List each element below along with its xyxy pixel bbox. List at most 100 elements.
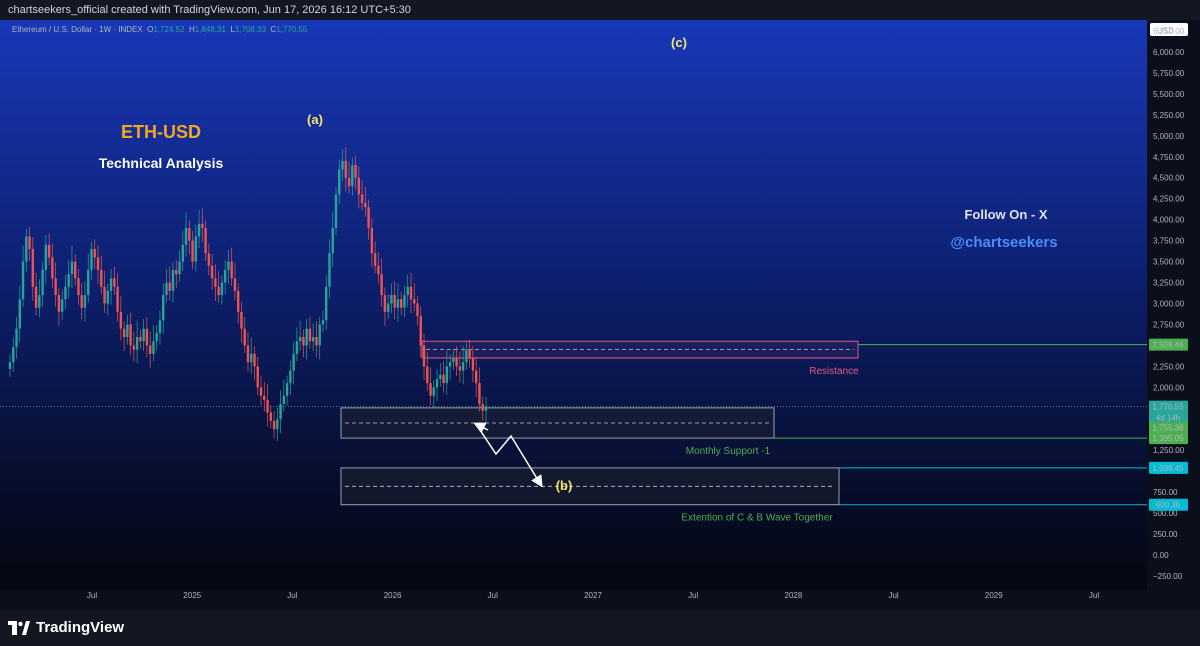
candle-body[interactable] [80,295,83,308]
candle-body[interactable] [386,303,390,312]
candle-body[interactable] [217,286,220,296]
candle-body[interactable] [354,165,357,178]
candle-body[interactable] [471,358,475,371]
candle-body[interactable] [38,295,41,308]
candle-body[interactable] [184,228,188,245]
y-axis-panel[interactable] [1147,20,1200,610]
candle-body[interactable] [413,299,416,304]
candle-body[interactable] [373,253,377,266]
candle-body[interactable] [435,378,439,388]
candle-body[interactable] [315,337,318,346]
candle-body[interactable] [432,387,435,396]
candle-body[interactable] [142,328,145,342]
candle-body[interactable] [135,337,139,350]
candle-body[interactable] [67,274,70,287]
candle-body[interactable] [452,358,455,363]
candle-body[interactable] [96,257,100,270]
candle-body[interactable] [175,269,178,275]
candle-body[interactable] [230,261,233,279]
candle-body[interactable] [243,328,246,346]
candle-body[interactable] [60,299,64,312]
candle-body[interactable] [162,295,165,321]
candle-body[interactable] [18,299,21,329]
candle-body[interactable] [279,404,282,420]
candle-body[interactable] [445,366,449,384]
candle-body[interactable] [465,349,468,363]
candle-body[interactable] [308,328,312,342]
candle-body[interactable] [357,177,361,195]
candle-body[interactable] [426,366,429,384]
candle-body[interactable] [122,328,126,338]
candle-body[interactable] [311,337,315,342]
candle-body[interactable] [155,332,158,342]
candle-body[interactable] [298,337,302,342]
candle-body[interactable] [403,295,406,308]
candle-body[interactable] [370,228,374,254]
candle-body[interactable] [328,253,331,287]
candle-body[interactable] [481,404,484,411]
candle-body[interactable] [419,316,422,346]
candle-body[interactable] [282,395,286,405]
candle-body[interactable] [87,269,90,296]
candle-body[interactable] [393,295,396,308]
candle-body[interactable] [302,337,305,346]
candle-body[interactable] [12,347,15,363]
candle-body[interactable] [331,228,334,254]
candle-body[interactable] [178,261,181,275]
candle-body[interactable] [406,286,409,296]
candle-body[interactable] [367,207,370,229]
candle-body[interactable] [132,345,136,350]
candle-body[interactable] [109,278,113,291]
candle-body[interactable] [240,311,243,329]
candle-body[interactable] [103,286,106,304]
candle-body[interactable] [129,324,132,346]
candle-body[interactable] [214,278,217,287]
candle-body[interactable] [439,374,442,379]
candle-body[interactable] [474,370,478,384]
candle-body[interactable] [269,412,272,421]
candle-body[interactable] [31,249,35,287]
candle-body[interactable] [276,419,279,430]
candle-body[interactable] [416,303,419,317]
candle-body[interactable] [28,236,31,249]
candle-body[interactable] [90,249,93,270]
candle-body[interactable] [390,295,393,304]
candle-body[interactable] [210,265,214,279]
candle-body[interactable] [341,160,344,170]
candle-body[interactable] [338,169,341,195]
candle-body[interactable] [207,253,211,266]
candle-body[interactable] [34,286,38,308]
candle-body[interactable] [181,244,184,262]
candle-body[interactable] [478,383,481,405]
candle-body[interactable] [57,295,61,312]
candle-body[interactable] [188,228,191,241]
candle-body[interactable] [100,269,103,287]
candle-body[interactable] [233,278,237,291]
candle-body[interactable] [448,362,452,367]
candle-body[interactable] [165,282,168,296]
candle-body[interactable] [126,324,129,338]
candle-body[interactable] [325,286,328,321]
candle-body[interactable] [250,353,253,363]
candle-body[interactable] [380,274,383,296]
candle-body[interactable] [292,353,295,371]
candle-body[interactable] [237,290,240,312]
candle-body[interactable] [253,353,256,367]
candle-body[interactable] [220,282,224,296]
candle-body[interactable] [295,341,299,354]
candle-body[interactable] [468,349,471,358]
candle-body[interactable] [197,223,201,237]
tradingview-logo[interactable]: TradingView [8,619,124,636]
candle-body[interactable] [227,261,230,270]
candle-body[interactable] [77,278,80,296]
candle-body[interactable] [360,194,364,203]
candle-body[interactable] [47,244,51,258]
candle-body[interactable] [21,261,25,300]
candle-body[interactable] [364,202,367,208]
candle-body[interactable] [15,328,18,348]
candle-body[interactable] [204,228,207,254]
candle-body[interactable] [442,374,445,384]
candle-body[interactable] [145,328,149,346]
candle-body[interactable] [396,299,400,308]
candle-body[interactable] [25,236,28,262]
